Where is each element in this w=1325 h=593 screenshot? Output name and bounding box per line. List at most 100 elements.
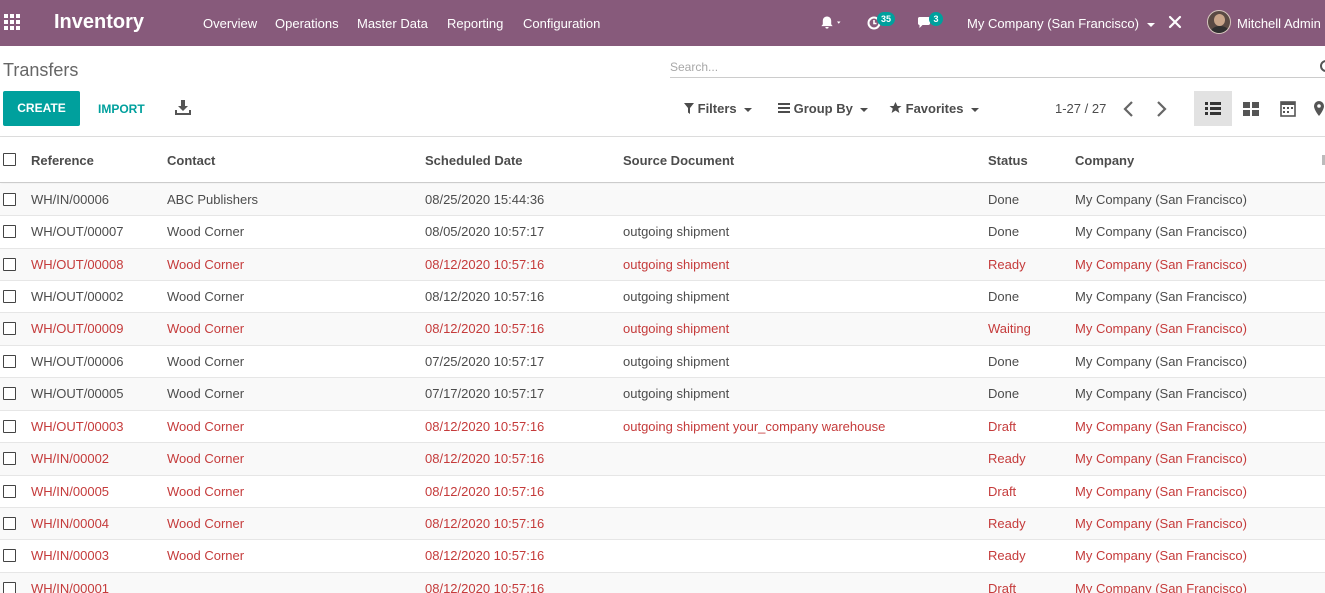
table-row[interactable]: WH/OUT/00009 Wood Corner 08/12/2020 10:5… (0, 313, 1325, 346)
row-checkbox[interactable] (3, 290, 16, 303)
groupby-dropdown[interactable]: Group By (778, 101, 869, 116)
cell-scheduled-date: 08/12/2020 10:57:16 (425, 581, 545, 593)
cell-contact: Wood Corner (167, 548, 245, 563)
cell-status: Done (988, 192, 1020, 207)
top-navbar: Inventory Overview Operations Master Dat… (0, 0, 1325, 46)
table-row[interactable]: WH/OUT/00002 Wood Corner 08/12/2020 10:5… (0, 281, 1325, 313)
kanban-view-button[interactable] (1232, 91, 1270, 126)
list-view-icon (1205, 102, 1221, 115)
row-checkbox[interactable] (3, 452, 16, 465)
table-row[interactable]: WH/IN/00006 ABC Publishers 08/25/2020 15… (0, 184, 1325, 216)
cell-scheduled-date: 07/17/2020 10:57:17 (425, 386, 545, 401)
debug-tools-icon[interactable] (1168, 15, 1182, 32)
row-checkbox[interactable] (3, 517, 16, 530)
cell-company: My Company (San Francisco) (1075, 192, 1247, 207)
table-row[interactable]: WH/OUT/00003 Wood Corner 08/12/2020 10:5… (0, 411, 1325, 443)
cell-reference: WH/OUT/00006 (31, 354, 124, 369)
table-row[interactable]: WH/IN/00005 Wood Corner 08/12/2020 10:57… (0, 476, 1325, 508)
row-checkbox[interactable] (3, 549, 16, 562)
apps-menu-icon[interactable] (4, 14, 22, 32)
cell-scheduled-date: 07/25/2020 10:57:17 (425, 354, 545, 369)
cell-company: My Company (San Francisco) (1075, 581, 1247, 593)
pager-previous-icon[interactable] (1121, 100, 1137, 118)
menu-overview[interactable]: Overview (203, 16, 257, 31)
cell-reference: WH/IN/00004 (31, 516, 110, 531)
cell-status: Waiting (988, 321, 1031, 336)
menu-reporting[interactable]: Reporting (447, 16, 503, 31)
cell-status: Ready (988, 516, 1026, 531)
company-switcher-label: My Company (San Francisco) (967, 16, 1139, 31)
menu-master-data[interactable]: Master Data (357, 16, 428, 31)
map-view-button[interactable] (1308, 91, 1325, 126)
table-row[interactable]: WH/IN/00002 Wood Corner 08/12/2020 10:57… (0, 443, 1325, 476)
chevron-down-icon (971, 107, 980, 112)
select-all-checkbox[interactable] (3, 153, 16, 166)
row-checkbox[interactable] (3, 420, 16, 433)
download-icon[interactable] (174, 99, 192, 117)
create-button[interactable]: CREATE (3, 91, 80, 126)
app-title[interactable]: Inventory (54, 11, 144, 34)
table-row[interactable]: WH/OUT/00007 Wood Corner 08/05/2020 10:5… (0, 216, 1325, 249)
cell-contact: Wood Corner (167, 257, 245, 272)
column-header-contact[interactable]: Contact (167, 153, 215, 168)
cell-company: My Company (San Francisco) (1075, 289, 1247, 304)
search-input[interactable] (670, 58, 1310, 76)
table-row[interactable]: WH/OUT/00005 Wood Corner 07/17/2020 10:5… (0, 378, 1325, 411)
column-header-reference[interactable]: Reference (31, 153, 94, 168)
table-row[interactable]: WH/IN/00003 Wood Corner 08/12/2020 10:57… (0, 540, 1325, 573)
cell-reference: WH/IN/00006 (31, 192, 110, 207)
table-row[interactable]: WH/IN/00004 Wood Corner 08/12/2020 10:57… (0, 508, 1325, 540)
calendar-view-icon (1280, 101, 1296, 117)
column-header-company[interactable]: Company (1075, 153, 1134, 168)
cell-source-document: outgoing shipment (623, 224, 730, 239)
favorites-dropdown[interactable]: Favorites (889, 101, 980, 116)
column-header-source-document[interactable]: Source Document (623, 153, 734, 168)
list-view-button[interactable] (1194, 91, 1232, 126)
row-checkbox[interactable] (3, 258, 16, 271)
row-checkbox[interactable] (3, 322, 16, 335)
row-checkbox[interactable] (3, 193, 16, 206)
row-checkbox[interactable] (3, 355, 16, 368)
import-button[interactable]: IMPORT (98, 102, 145, 116)
pager-value[interactable]: 1-27 / 27 (1055, 101, 1106, 116)
cell-status: Ready (988, 548, 1026, 563)
calendar-view-button[interactable] (1270, 91, 1308, 126)
cell-status: Draft (988, 581, 1017, 593)
row-checkbox[interactable] (3, 387, 16, 400)
column-header-status[interactable]: Status (988, 153, 1028, 168)
cell-reference: WH/OUT/00009 (31, 321, 124, 336)
table-row[interactable]: WH/IN/00001 08/12/2020 10:57:16 Draft My… (0, 573, 1325, 593)
row-checkbox[interactable] (3, 582, 16, 593)
company-switcher[interactable]: My Company (San Francisco) (967, 16, 1155, 31)
search-icon[interactable] (1320, 60, 1325, 72)
user-avatar[interactable] (1207, 10, 1231, 34)
row-checkbox[interactable] (3, 225, 16, 238)
table-row[interactable]: WH/OUT/00008 Wood Corner 08/12/2020 10:5… (0, 249, 1325, 281)
pager-next-icon[interactable] (1153, 100, 1169, 118)
cell-source-document: outgoing shipment (623, 289, 730, 304)
kanban-view-icon (1243, 102, 1259, 116)
cell-scheduled-date: 08/25/2020 15:44:36 (425, 192, 545, 207)
cell-status: Draft (988, 484, 1017, 499)
cell-scheduled-date: 08/12/2020 10:57:16 (425, 289, 545, 304)
column-header-scheduled-date[interactable]: Scheduled Date (425, 153, 523, 168)
search-bar (670, 56, 1325, 78)
cell-source-document: outgoing shipment (623, 321, 730, 336)
cell-scheduled-date: 08/12/2020 10:57:16 (425, 484, 545, 499)
cell-contact: Wood Corner (167, 354, 245, 369)
filters-dropdown[interactable]: Filters (684, 101, 753, 116)
star-icon (889, 102, 902, 113)
cell-company: My Company (San Francisco) (1075, 224, 1247, 239)
cell-reference: WH/OUT/00005 (31, 386, 124, 401)
user-menu-name[interactable]: Mitchell Admin (1237, 16, 1321, 31)
cell-source-document: outgoing shipment your_company warehouse (623, 419, 886, 434)
menu-configuration[interactable]: Configuration (523, 16, 600, 31)
cell-company: My Company (San Francisco) (1075, 548, 1247, 563)
cell-scheduled-date: 08/05/2020 10:57:17 (425, 224, 545, 239)
row-checkbox[interactable] (3, 485, 16, 498)
cell-company: My Company (San Francisco) (1075, 386, 1247, 401)
notification-bell-icon[interactable] (821, 15, 843, 34)
menu-operations[interactable]: Operations (275, 16, 339, 31)
cell-scheduled-date: 08/12/2020 10:57:16 (425, 516, 545, 531)
table-row[interactable]: WH/OUT/00006 Wood Corner 07/25/2020 10:5… (0, 346, 1325, 378)
